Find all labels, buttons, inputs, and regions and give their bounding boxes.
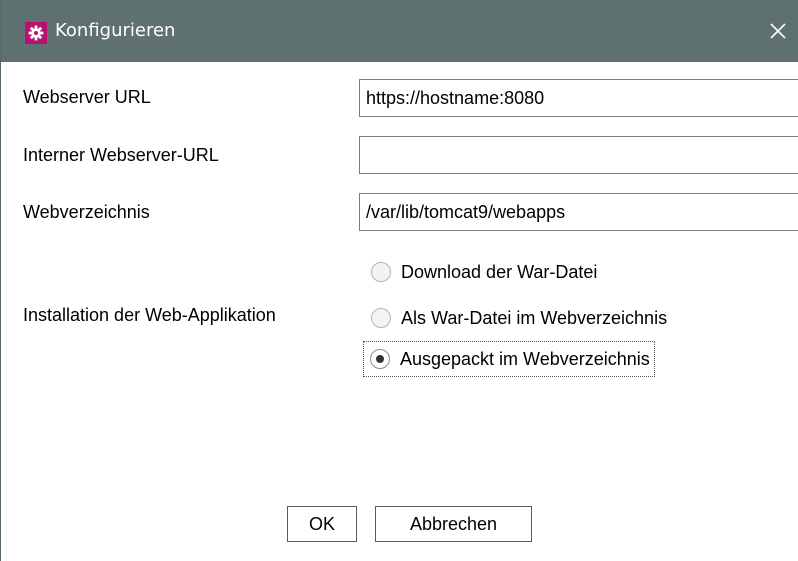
install-mode-label: Installation der Web-Applikation (23, 305, 276, 325)
radio-unpacked-in-webdir[interactable]: Ausgepackt im Webverzeichnis (363, 341, 655, 377)
close-icon (770, 23, 786, 39)
webdir-input[interactable] (359, 193, 798, 231)
webserver-url-input[interactable] (359, 79, 798, 117)
radio-download-war[interactable]: Download der War-Datei (365, 256, 597, 288)
cancel-button[interactable]: Abbrechen (375, 506, 532, 542)
radio-button[interactable] (371, 262, 391, 282)
webdir-label: Webverzeichnis (23, 202, 150, 222)
radio-button[interactable] (370, 349, 390, 369)
ok-button[interactable]: OK (287, 506, 357, 542)
gear-icon (25, 22, 47, 44)
radio-selected-dot (376, 355, 384, 363)
window-title: Konfigurieren (55, 20, 176, 41)
internal-webserver-url-label: Interner Webserver-URL (23, 145, 219, 165)
webserver-url-label: Webserver URL (23, 87, 151, 107)
close-button[interactable] (761, 14, 795, 48)
radio-label: Als War-Datei im Webverzeichnis (401, 307, 668, 328)
title-bar[interactable]: Konfigurieren (1, 0, 798, 62)
radio-label: Ausgepackt im Webverzeichnis (400, 348, 650, 369)
radio-war-in-webdir[interactable]: Als War-Datei im Webverzeichnis (365, 302, 667, 334)
radio-label: Download der War-Datei (401, 261, 598, 282)
radio-button[interactable] (371, 308, 391, 328)
internal-webserver-url-input[interactable] (359, 136, 798, 174)
configure-dialog: Konfigurieren Webserver URL Interner Web… (0, 0, 798, 561)
